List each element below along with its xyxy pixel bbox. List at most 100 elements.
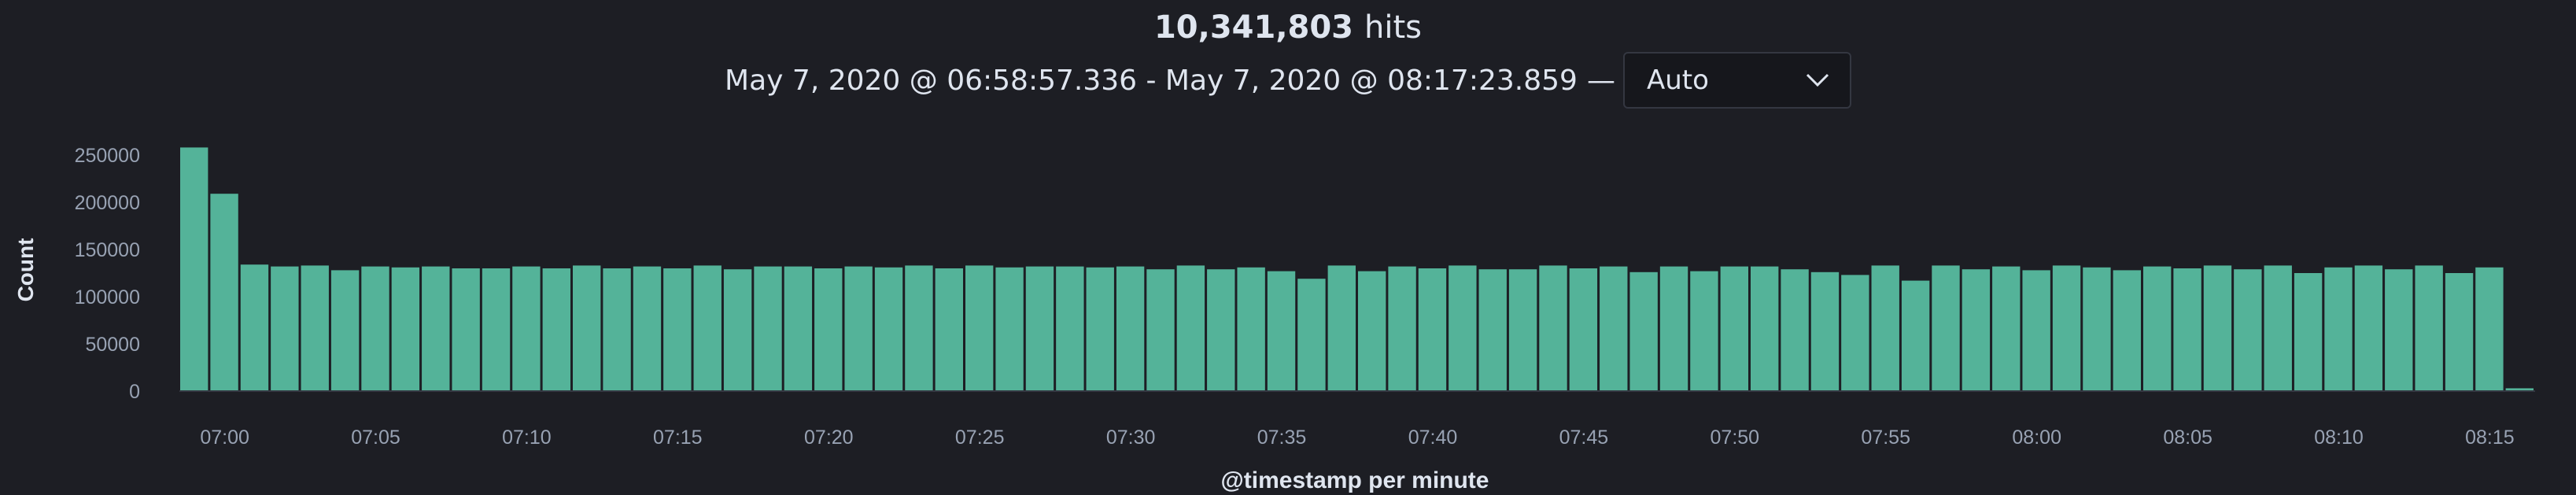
x-tick-label: 07:40 xyxy=(1408,427,1458,449)
bar-08:06[interactable] xyxy=(2234,269,2262,391)
y-axis-ticks: 0 50000 100000 150000 200000 250000 xyxy=(75,145,140,403)
y-tick-label: 150000 xyxy=(75,239,140,261)
x-axis-ticks: 07:00 07:05 07:10 07:15 07:20 07:25 07:30 07:35… xyxy=(200,427,2514,449)
bar-07:35[interactable] xyxy=(1297,279,1326,391)
bar-07:37[interactable] xyxy=(1358,271,1386,391)
bar-07:12[interactable] xyxy=(603,268,631,391)
bar-07:05[interactable] xyxy=(391,267,420,391)
hit-count: 10,341,803 xyxy=(1153,9,1354,46)
x-tick-label: 07:55 xyxy=(1861,427,1910,449)
bar-06:59[interactable] xyxy=(210,194,238,391)
bar-07:38[interactable] xyxy=(1388,266,1416,391)
bar-06:58[interactable] xyxy=(180,147,209,391)
bar-07:02[interactable] xyxy=(301,265,329,391)
bar-07:51[interactable] xyxy=(1781,269,1809,391)
y-tick-label: 100000 xyxy=(75,286,140,308)
bar-07:29[interactable] xyxy=(1116,266,1145,391)
bar-07:07[interactable] xyxy=(452,268,480,391)
x-tick-label: 07:25 xyxy=(955,427,1005,449)
bar-07:08[interactable] xyxy=(482,268,511,391)
bar-07:40[interactable] xyxy=(1449,265,1477,391)
bar-08:07[interactable] xyxy=(2264,265,2292,391)
bar-08:04[interactable] xyxy=(2173,268,2201,391)
bar-07:41[interactable] xyxy=(1478,269,1507,391)
x-axis-label: @timestamp per minute xyxy=(1221,467,1489,493)
bar-07:47[interactable] xyxy=(1659,266,1688,391)
bar-07:31[interactable] xyxy=(1176,265,1205,391)
bar-08:12[interactable] xyxy=(2415,265,2443,391)
bar-07:27[interactable] xyxy=(1056,266,1084,391)
bar-07:21[interactable] xyxy=(874,267,903,391)
bar-07:20[interactable] xyxy=(844,266,873,391)
interval-select[interactable]: Auto xyxy=(1622,52,1851,109)
bar-07:55[interactable] xyxy=(1901,280,1930,391)
y-tick-label: 200000 xyxy=(75,192,140,214)
bar-07:54[interactable] xyxy=(1871,265,1899,391)
bar-07:09[interactable] xyxy=(512,266,541,391)
bar-07:59[interactable] xyxy=(2022,270,2050,391)
bar-07:36[interactable] xyxy=(1327,265,1356,391)
bar-08:00[interactable] xyxy=(2052,265,2081,391)
range-separator: — xyxy=(1586,64,1615,97)
bar-07:03[interactable] xyxy=(330,270,360,391)
bar-07:17[interactable] xyxy=(754,266,782,391)
bar-07:16[interactable] xyxy=(723,269,752,391)
bar-07:30[interactable] xyxy=(1146,269,1175,391)
x-tick-label: 07:20 xyxy=(804,427,854,449)
y-tick-label: 250000 xyxy=(75,145,140,167)
bar-08:13[interactable] xyxy=(2445,273,2474,391)
bar-07:23[interactable] xyxy=(935,268,963,391)
bar-07:22[interactable] xyxy=(905,265,933,391)
bar-07:33[interactable] xyxy=(1237,267,1265,391)
histogram-chart: Count 0 50000 100000 150000 200000 250000 07:… xyxy=(13,145,2535,493)
bar-08:10[interactable] xyxy=(2354,265,2383,391)
bar-07:46[interactable] xyxy=(1629,272,1658,391)
bar-07:48[interactable] xyxy=(1690,271,1718,391)
bar-07:10[interactable] xyxy=(542,268,570,391)
x-tick-label: 07:30 xyxy=(1106,427,1156,449)
x-tick-label: 08:00 xyxy=(2012,427,2061,449)
bar-07:44[interactable] xyxy=(1569,268,1598,391)
bar-07:52[interactable] xyxy=(1810,272,1840,391)
bar-07:24[interactable] xyxy=(965,265,994,391)
bar-07:45[interactable] xyxy=(1600,266,1628,391)
x-tick-label: 07:05 xyxy=(351,427,400,449)
bar-07:01[interactable] xyxy=(271,266,299,391)
bar-07:57[interactable] xyxy=(1962,269,1991,391)
bar-08:08[interactable] xyxy=(2294,273,2323,391)
bar-08:05[interactable] xyxy=(2203,265,2232,391)
x-tick-label: 07:35 xyxy=(1257,427,1307,449)
bar-07:53[interactable] xyxy=(1841,275,1869,391)
bar-07:19[interactable] xyxy=(814,268,843,391)
bar-07:43[interactable] xyxy=(1539,265,1567,391)
bar-07:15[interactable] xyxy=(693,265,722,391)
interval-selected-value: Auto xyxy=(1646,65,1709,96)
bar-07:14[interactable] xyxy=(663,268,692,391)
bar-07:50[interactable] xyxy=(1751,266,1779,391)
bar-07:04[interactable] xyxy=(361,266,389,391)
bar-08:02[interactable] xyxy=(2113,270,2141,391)
bar-07:06[interactable] xyxy=(422,266,450,391)
bar-08:03[interactable] xyxy=(2143,266,2172,391)
bar-07:49[interactable] xyxy=(1720,266,1748,391)
x-tick-label: 07:45 xyxy=(1559,427,1609,449)
bar-07:28[interactable] xyxy=(1086,267,1114,391)
time-range-text: May 7, 2020 @ 06:58:57.336 - May 7, 2020… xyxy=(725,64,1578,97)
bar-08:01[interactable] xyxy=(2083,267,2111,391)
bar-07:11[interactable] xyxy=(573,265,601,391)
bar-07:18[interactable] xyxy=(784,266,813,391)
bar-07:26[interactable] xyxy=(1025,266,1054,391)
bar-08:14[interactable] xyxy=(2475,267,2504,391)
bar-07:42[interactable] xyxy=(1508,269,1537,391)
bar-07:25[interactable] xyxy=(995,267,1024,391)
bar-08:11[interactable] xyxy=(2385,269,2413,391)
bar-07:00[interactable] xyxy=(240,264,269,391)
bar-07:34[interactable] xyxy=(1267,271,1296,391)
bar-08:09[interactable] xyxy=(2324,267,2353,391)
bar-07:58[interactable] xyxy=(1992,266,2021,391)
bar-07:32[interactable] xyxy=(1207,269,1235,391)
bar-07:56[interactable] xyxy=(1932,265,1960,391)
x-tick-label: 07:15 xyxy=(653,427,703,449)
bar-07:39[interactable] xyxy=(1418,268,1447,391)
bar-07:13[interactable] xyxy=(633,266,662,391)
